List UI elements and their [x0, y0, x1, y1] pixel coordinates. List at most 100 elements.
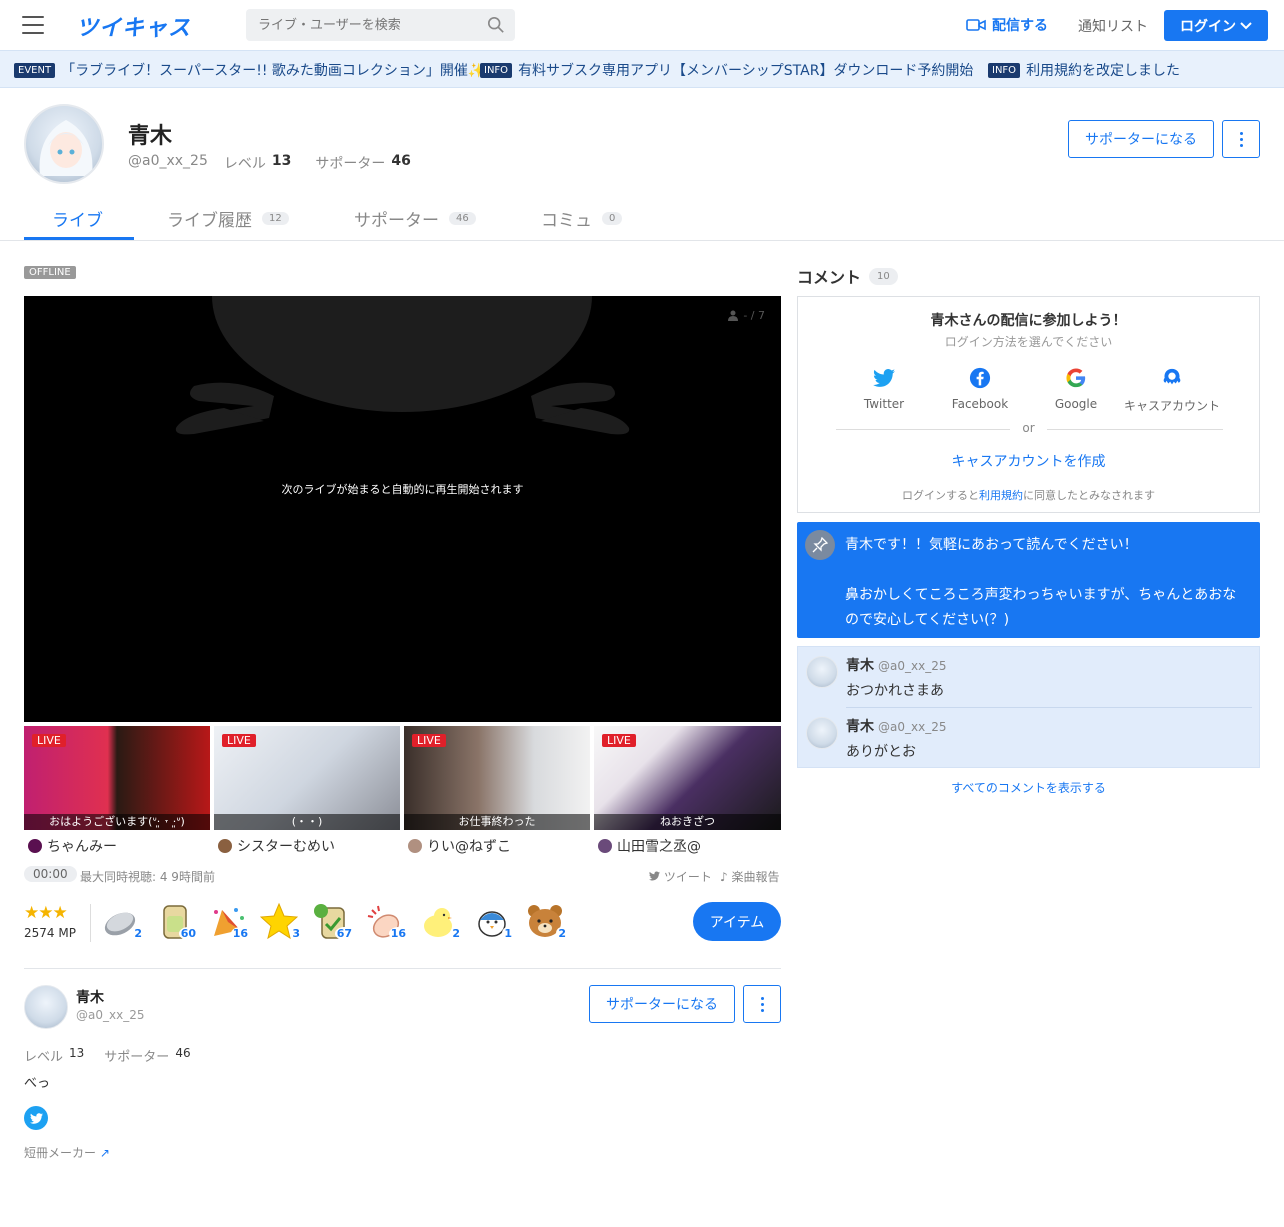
- gift-bird[interactable]: 1: [472, 902, 514, 940]
- mascot-silhouette-icon: [175, 296, 630, 435]
- avatar: [408, 839, 422, 853]
- gift-bear[interactable]: 2: [526, 902, 568, 940]
- related-live-thumbnail[interactable]: LIVE お仕事終わった: [404, 726, 590, 830]
- more-icon[interactable]: [1222, 120, 1260, 158]
- profile-name: 青木: [128, 124, 173, 149]
- tanzaku-label: 短冊メーカー: [24, 1146, 97, 1160]
- related-live-thumbnail[interactable]: LIVE ねおきざつ: [594, 726, 781, 830]
- gift-tea10[interactable]: 67: [312, 902, 354, 940]
- comments-title: コメント 10: [797, 264, 898, 288]
- video-player[interactable]: - / 7 次のライブが始まると自動的に再生開始されます: [24, 296, 781, 722]
- live-badge: LIVE: [32, 734, 66, 747]
- camera-icon: [966, 19, 986, 31]
- show-all-comments-link[interactable]: すべてのコメントを表示する: [797, 779, 1260, 796]
- gift-count: 2: [132, 927, 144, 940]
- login-prompt-subtitle: ログイン方法を選んでください: [944, 335, 1113, 349]
- gift-coin[interactable]: 2: [102, 902, 144, 940]
- broadcast-link[interactable]: 配信する: [966, 15, 1048, 35]
- tweet-link[interactable]: ツイート: [649, 868, 712, 885]
- gift-count: 16: [388, 927, 408, 940]
- search-icon[interactable]: [487, 16, 505, 34]
- divider: [90, 904, 91, 942]
- thumbnail-caption: (・・): [214, 814, 400, 830]
- avatar[interactable]: [806, 717, 838, 749]
- divider: [24, 968, 781, 969]
- item-button[interactable]: アイテム: [693, 902, 781, 941]
- tab-count: 0: [602, 212, 623, 225]
- related-user[interactable]: ちゃんみー: [28, 836, 117, 856]
- tanzaku-maker-link[interactable]: 短冊メーカー ↗: [24, 1144, 110, 1161]
- menu-icon[interactable]: [22, 16, 44, 34]
- level-label: レベル: [223, 156, 266, 172]
- comment-author[interactable]: 青木: [846, 658, 874, 674]
- comment-text: おつかれさまあ: [846, 683, 944, 699]
- tab-label: ライブ: [52, 211, 103, 231]
- related-user[interactable]: シスターむめい: [218, 836, 335, 856]
- google-login-button[interactable]: Google: [1026, 367, 1126, 411]
- facebook-login-button[interactable]: Facebook: [930, 367, 1030, 411]
- thumbnail-caption: お仕事終わった: [404, 814, 590, 830]
- tab-live-history[interactable]: ライブ履歴 12: [167, 206, 289, 231]
- become-supporter-button[interactable]: サポーターになる: [589, 985, 735, 1023]
- become-supporter-button[interactable]: サポーターになる: [1068, 120, 1214, 158]
- create-account-link[interactable]: キャスアカウントを作成: [798, 451, 1259, 471]
- ticker-item[interactable]: EVENT 「ラブライブ！スーパースター!! 歌みた動画コレクション」開催✨: [14, 60, 485, 80]
- broadcast-label: 配信する: [992, 18, 1048, 34]
- comment-handle: @a0_xx_25: [878, 659, 947, 673]
- avatar: [218, 839, 232, 853]
- ticker-text: 有料サブスク専用アプリ【メンバーシップSTAR】ダウンロード予約開始: [518, 63, 974, 79]
- login-label: ログイン: [1180, 18, 1236, 35]
- login-button[interactable]: ログイン: [1164, 10, 1268, 41]
- related-live-thumbnail[interactable]: LIVE (・・): [214, 726, 400, 830]
- ticker-item[interactable]: INFO 利用規約を改定しました: [988, 60, 1180, 80]
- pinned-comment: 青木です！！気軽にあおって読んでください！ 鼻おかしくてころころ声変わっちゃいま…: [797, 522, 1260, 638]
- twitter-profile-icon[interactable]: [24, 1106, 48, 1130]
- gift-count: 60: [178, 927, 198, 940]
- gift-chick[interactable]: 2: [420, 902, 462, 940]
- tweet-label: ツイート: [663, 870, 712, 884]
- more-icon[interactable]: [743, 985, 781, 1023]
- search-input[interactable]: [246, 9, 476, 41]
- terms-post: に同意したとみなされます: [1023, 489, 1155, 502]
- related-user[interactable]: りい@ねずこ: [408, 836, 511, 856]
- gift-clap[interactable]: 16: [366, 902, 408, 940]
- comment-author[interactable]: 青木: [846, 719, 874, 735]
- gift-party[interactable]: 16: [208, 902, 250, 940]
- level-value: 13: [271, 153, 292, 169]
- google-icon: [1066, 368, 1086, 388]
- viewer-count: - / 7: [728, 309, 765, 322]
- tab-supporters[interactable]: サポーター 46: [354, 206, 476, 231]
- tab-live[interactable]: ライブ: [52, 206, 103, 231]
- comment-item: 青木 @a0_xx_25 おつかれさまあ: [798, 647, 1259, 707]
- level-value: 13: [69, 1046, 85, 1060]
- status-badge: OFFLINE: [24, 266, 76, 279]
- tab-label: コミュ: [541, 211, 592, 231]
- site-header: ツイキャス 配信する 通知リスト ログイン: [0, 0, 1284, 50]
- related-user[interactable]: 山田雪之丞@: [598, 836, 701, 856]
- song-report-link[interactable]: ♪ 楽曲報告: [720, 868, 780, 885]
- twitter-icon: [873, 369, 895, 387]
- tab-label: サポーター: [354, 211, 439, 231]
- twitter-login-button[interactable]: Twitter: [834, 367, 934, 411]
- max-viewers-text: 最大同時視聴: 4 9時間前: [80, 870, 215, 884]
- person-icon: [728, 310, 739, 321]
- gift-star[interactable]: 3: [259, 902, 302, 940]
- sns-label: Facebook: [951, 397, 1009, 411]
- gift-count: 3: [290, 927, 302, 940]
- ticker-item[interactable]: INFO 有料サブスク専用アプリ【メンバーシップSTAR】ダウンロード予約開始: [480, 60, 973, 80]
- twitcasting-login-button[interactable]: キャスアカウント: [1122, 367, 1222, 414]
- avatar[interactable]: [24, 985, 68, 1029]
- gift-tea[interactable]: 60: [156, 902, 198, 940]
- related-live-thumbnail[interactable]: LIVE おはようございます(ᐡ‧͈ ˕ ‧͈ᐡ): [24, 726, 210, 830]
- pin-icon: [805, 530, 835, 560]
- tab-community[interactable]: コミュ 0: [541, 206, 623, 231]
- notify-list-link[interactable]: 通知リスト: [1078, 16, 1148, 36]
- song-report-label: 楽曲報告: [731, 870, 780, 884]
- bottom-profile-name[interactable]: 青木: [76, 987, 104, 1007]
- comments-count: 10: [869, 267, 898, 285]
- avatar[interactable]: [806, 656, 838, 688]
- site-logo[interactable]: ツイキャス: [76, 10, 191, 42]
- ticker-text: 利用規約を改定しました: [1026, 63, 1181, 79]
- avatar: [28, 839, 42, 853]
- terms-link[interactable]: 利用規約: [979, 489, 1023, 502]
